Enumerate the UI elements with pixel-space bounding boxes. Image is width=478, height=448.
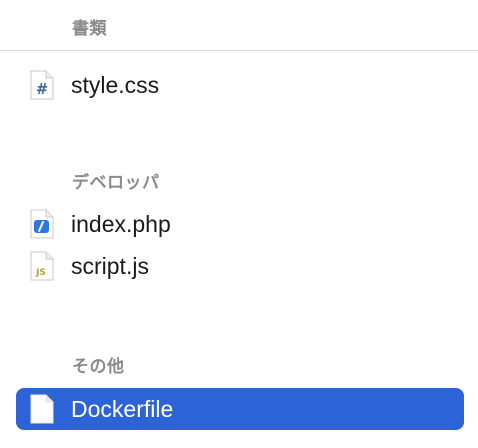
- file-label: index.php: [71, 210, 171, 237]
- php-file-icon: [30, 209, 54, 239]
- file-row-style-css[interactable]: # style.css: [16, 64, 464, 106]
- section-divider: [0, 50, 478, 51]
- js-file-icon: JS: [30, 251, 54, 281]
- generic-file-icon: [30, 394, 54, 424]
- file-label: script.js: [71, 252, 149, 279]
- file-label: style.css: [71, 71, 160, 98]
- css-file-icon: #: [30, 70, 54, 100]
- svg-text:#: #: [36, 80, 48, 98]
- file-label: Dockerfile: [71, 395, 174, 422]
- section-header-other: その他: [72, 357, 125, 376]
- file-list-pane: 書類 # style.css デベロッパ index.php JS script…: [0, 0, 478, 448]
- section-header-documents: 書類: [72, 19, 107, 38]
- file-row-script-js[interactable]: JS script.js: [16, 245, 464, 287]
- section-header-developer: デベロッパ: [72, 173, 160, 192]
- svg-text:JS: JS: [35, 268, 46, 278]
- file-row-index-php[interactable]: index.php: [16, 203, 464, 245]
- file-row-dockerfile[interactable]: Dockerfile: [16, 388, 464, 430]
